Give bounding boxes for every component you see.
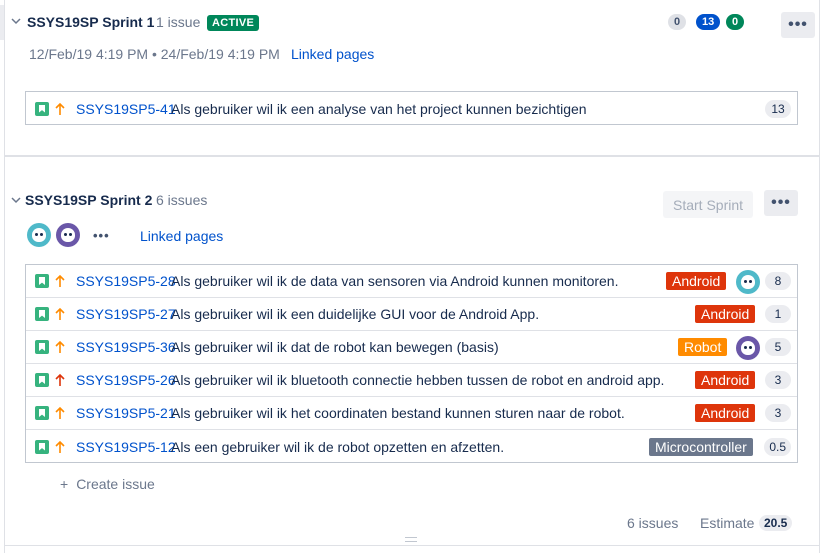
story-icon (35, 406, 49, 420)
avatar[interactable] (27, 223, 51, 247)
epic-label[interactable]: Robot (678, 338, 728, 356)
issue-row[interactable]: SSYS19SP5-21 Als gebruiker wil ik het co… (26, 397, 797, 430)
sprint2-issue-list: SSYS19SP5-28 Als gebruiker wil ik de dat… (25, 264, 798, 463)
story-icon (35, 101, 49, 116)
priority-high-icon (55, 307, 65, 320)
more-assignees-button[interactable]: ••• (93, 228, 110, 243)
done-count-badge: 0 (726, 14, 745, 30)
sprint1-issue-list: SSYS19SP5-41 Als gebruiker wil ik een an… (25, 91, 798, 125)
sprint1-issue-count: 1 issue (156, 14, 201, 30)
issue-row[interactable]: SSYS19SP5-28 Als gebruiker wil ik de dat… (26, 265, 797, 298)
story-points-badge: 8 (765, 272, 791, 290)
issue-key[interactable]: SSYS19SP5-12 (76, 439, 176, 455)
chevron-down-icon[interactable] (11, 16, 21, 26)
story-icon (35, 340, 49, 354)
issue-key[interactable]: SSYS19SP5-27 (76, 306, 176, 322)
issue-row[interactable]: SSYS19SP5-41 Als gebruiker wil ik een an… (26, 92, 797, 125)
priority-high-icon (55, 340, 65, 353)
panel-bottom-border (4, 545, 820, 546)
story-icon (35, 439, 49, 454)
resize-grip-icon[interactable] (405, 537, 417, 542)
epic-label[interactable]: Android (666, 272, 727, 290)
epic-label[interactable]: Microcontroller (649, 437, 753, 456)
left-edge (0, 5, 4, 40)
issue-row[interactable]: SSYS19SP5-27 Als gebruiker wil ik een du… (26, 298, 797, 331)
status-badge: ACTIVE (207, 15, 260, 31)
estimate-label: Estimate (700, 515, 755, 531)
issue-key[interactable]: SSYS19SP5-28 (76, 273, 176, 289)
story-points-badge: 1 (765, 305, 791, 323)
story-points-badge: 13 (765, 99, 791, 118)
priority-highest-icon (55, 373, 65, 386)
issue-summary: Als gebruiker wil ik de data van sensore… (171, 273, 619, 289)
story-points-badge: 3 (765, 371, 791, 389)
issue-key[interactable]: SSYS19SP5-21 (76, 405, 176, 421)
priority-high-icon (55, 406, 65, 419)
issue-summary: Als gebruiker wil ik dat de robot kan be… (171, 339, 499, 355)
sprint1-name: SSYS19SP Sprint 1 (27, 14, 155, 30)
avatar[interactable] (736, 336, 760, 360)
sprint-divider (4, 155, 820, 157)
issue-key[interactable]: SSYS19SP5-26 (76, 372, 176, 388)
sprint2-more-button[interactable]: ••• (764, 190, 798, 216)
issue-row[interactable]: SSYS19SP5-36 Als gebruiker wil ik dat de… (26, 331, 797, 364)
issue-row[interactable]: SSYS19SP5-26 Als gebruiker wil ik blueto… (26, 364, 797, 397)
issue-row[interactable]: SSYS19SP5-12 Als een gebruiker wil ik de… (26, 430, 797, 463)
story-points-badge: 0.5 (764, 437, 791, 456)
issue-summary: Als gebruiker wil ik een analyse van het… (171, 100, 587, 117)
issue-key[interactable]: SSYS19SP5-36 (76, 339, 176, 355)
in-progress-count-badge: 13 (696, 14, 721, 30)
sprint2-name: SSYS19SP Sprint 2 (25, 192, 153, 208)
start-sprint-button[interactable]: Start Sprint (663, 191, 753, 218)
sprint2-footer-issue-count: 6 issues (627, 515, 679, 531)
epic-label[interactable]: Android (695, 305, 756, 323)
story-icon (35, 274, 49, 288)
sprint2-linked-pages-link[interactable]: Linked pages (140, 228, 223, 244)
priority-high-icon (55, 440, 65, 453)
sprint1-more-button[interactable]: ••• (781, 12, 815, 38)
avatar[interactable] (56, 223, 80, 247)
story-icon (35, 307, 49, 321)
create-issue-label: Create issue (76, 476, 155, 492)
sprint1-linked-pages-link[interactable]: Linked pages (291, 46, 374, 62)
create-issue-button[interactable]: + Create issue (60, 476, 155, 492)
story-points-badge: 5 (765, 338, 791, 356)
epic-label[interactable]: Android (695, 371, 756, 389)
story-icon (35, 373, 49, 387)
issue-summary: Als gebruiker wil ik bluetooth connectie… (171, 372, 665, 388)
priority-high-icon (55, 102, 65, 115)
sprint1-dates: 12/Feb/19 4:19 PM • 24/Feb/19 4:19 PM (29, 46, 280, 62)
issue-summary: Als gebruiker wil ik een duidelijke GUI … (171, 306, 540, 322)
issue-summary: Als gebruiker wil ik het coordinaten bes… (171, 405, 625, 421)
chevron-down-icon[interactable] (11, 195, 21, 205)
estimate-total-badge: 20.5 (759, 515, 793, 531)
epic-label[interactable]: Android (695, 404, 756, 422)
priority-high-icon (55, 274, 65, 287)
sprint2-issue-count: 6 issues (156, 192, 208, 208)
avatar[interactable] (736, 270, 760, 294)
issue-summary: Als een gebruiker wil ik de robot opzett… (171, 438, 505, 455)
issue-key[interactable]: SSYS19SP5-41 (76, 101, 176, 117)
story-points-badge: 3 (765, 404, 791, 422)
todo-count-badge: 0 (668, 14, 687, 30)
plus-icon: + (60, 476, 69, 492)
